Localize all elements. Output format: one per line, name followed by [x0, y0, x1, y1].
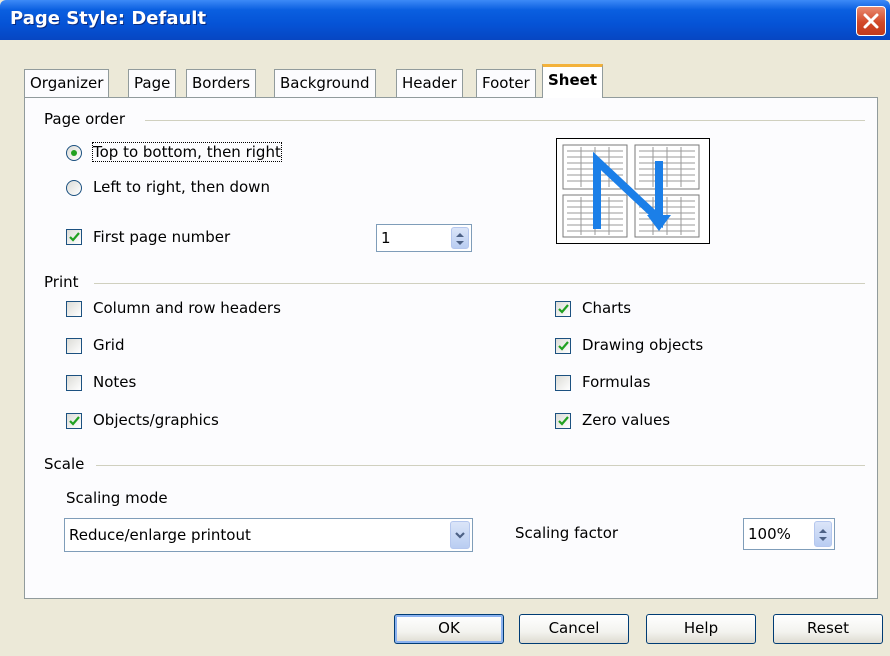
- title-bar: Page Style: Default: [0, 0, 890, 40]
- drawing-objects-label[interactable]: Drawing objects: [582, 336, 703, 354]
- tab-organizer[interactable]: Organizer: [24, 69, 110, 97]
- page-order-diagram: [562, 144, 700, 238]
- tab-header[interactable]: Header: [396, 69, 463, 97]
- scaling-factor-value: 100%: [748, 525, 791, 543]
- scale-separator: [96, 465, 865, 466]
- drawing-objects-checkbox[interactable]: [555, 338, 571, 354]
- dropdown-button[interactable]: [450, 521, 470, 549]
- checkmark-icon: [558, 341, 569, 351]
- checkmark-icon: [69, 416, 80, 426]
- cancel-button[interactable]: Cancel: [519, 614, 629, 644]
- first-page-number-spinner[interactable]: 1: [376, 224, 472, 252]
- zero-values-label[interactable]: Zero values: [582, 411, 670, 429]
- checkmark-icon: [558, 416, 569, 426]
- first-page-number-checkbox[interactable]: [66, 229, 82, 245]
- print-heading: Print: [44, 273, 79, 291]
- scaling-factor-label: Scaling factor: [515, 524, 619, 542]
- formulas-label[interactable]: Formulas: [582, 373, 650, 391]
- page-order-heading: Page order: [44, 110, 126, 128]
- tab-background[interactable]: Background: [274, 69, 376, 97]
- page-order-preview: [556, 138, 710, 244]
- zero-values-checkbox[interactable]: [555, 413, 571, 429]
- chevron-down-icon: [455, 532, 465, 539]
- notes-checkbox[interactable]: [66, 375, 82, 391]
- scaling-factor-spinner[interactable]: 100%: [743, 518, 835, 550]
- tab-label: Header: [402, 74, 457, 92]
- checkmark-icon: [69, 232, 80, 242]
- charts-label[interactable]: Charts: [582, 299, 631, 317]
- tab-label: Footer: [482, 74, 530, 92]
- scaling-mode-select[interactable]: Reduce/enlarge printout: [64, 518, 473, 552]
- spin-arrows[interactable]: [814, 521, 832, 547]
- spin-arrows[interactable]: [451, 227, 469, 249]
- first-page-number-value: 1: [381, 229, 391, 247]
- help-button[interactable]: Help: [646, 614, 756, 644]
- grid-label[interactable]: Grid: [93, 336, 124, 354]
- charts-checkbox[interactable]: [555, 301, 571, 317]
- tab-label: Sheet: [548, 71, 597, 89]
- scale-heading: Scale: [44, 455, 85, 473]
- tab-label: Organizer: [30, 74, 104, 92]
- tab-label: Background: [280, 74, 370, 92]
- tab-borders[interactable]: Borders: [186, 69, 257, 97]
- window-title: Page Style: Default: [10, 8, 207, 29]
- close-icon: [863, 13, 879, 29]
- tab-page[interactable]: Page: [128, 69, 177, 97]
- page-order-separator: [145, 120, 865, 121]
- left-to-right-radio[interactable]: [66, 180, 82, 196]
- scaling-mode-value: Reduce/enlarge printout: [69, 526, 251, 544]
- first-page-number-label[interactable]: First page number: [93, 228, 230, 246]
- notes-label[interactable]: Notes: [93, 373, 136, 391]
- scaling-mode-label: Scaling mode: [66, 489, 168, 507]
- grid-checkbox[interactable]: [66, 338, 82, 354]
- tab-label: Page: [134, 74, 171, 92]
- ok-button[interactable]: OK: [394, 614, 504, 644]
- spin-updown-icon: [456, 233, 464, 245]
- tab-sheet[interactable]: Sheet: [542, 64, 603, 98]
- print-separator: [94, 283, 865, 284]
- tab-label: Borders: [192, 74, 251, 92]
- tab-footer[interactable]: Footer: [476, 69, 536, 97]
- objects-graphics-checkbox[interactable]: [66, 413, 82, 429]
- checkmark-icon: [558, 304, 569, 314]
- left-to-right-label[interactable]: Left to right, then down: [93, 178, 270, 196]
- top-to-bottom-radio[interactable]: [66, 145, 82, 161]
- column-row-headers-checkbox[interactable]: [66, 301, 82, 317]
- spin-updown-icon: [819, 529, 827, 541]
- column-row-headers-label[interactable]: Column and row headers: [93, 299, 281, 317]
- reset-button[interactable]: Reset: [773, 614, 883, 644]
- objects-graphics-label[interactable]: Objects/graphics: [93, 411, 219, 429]
- top-to-bottom-label[interactable]: Top to bottom, then right: [92, 142, 282, 162]
- close-button[interactable]: [856, 6, 886, 36]
- formulas-checkbox[interactable]: [555, 375, 571, 391]
